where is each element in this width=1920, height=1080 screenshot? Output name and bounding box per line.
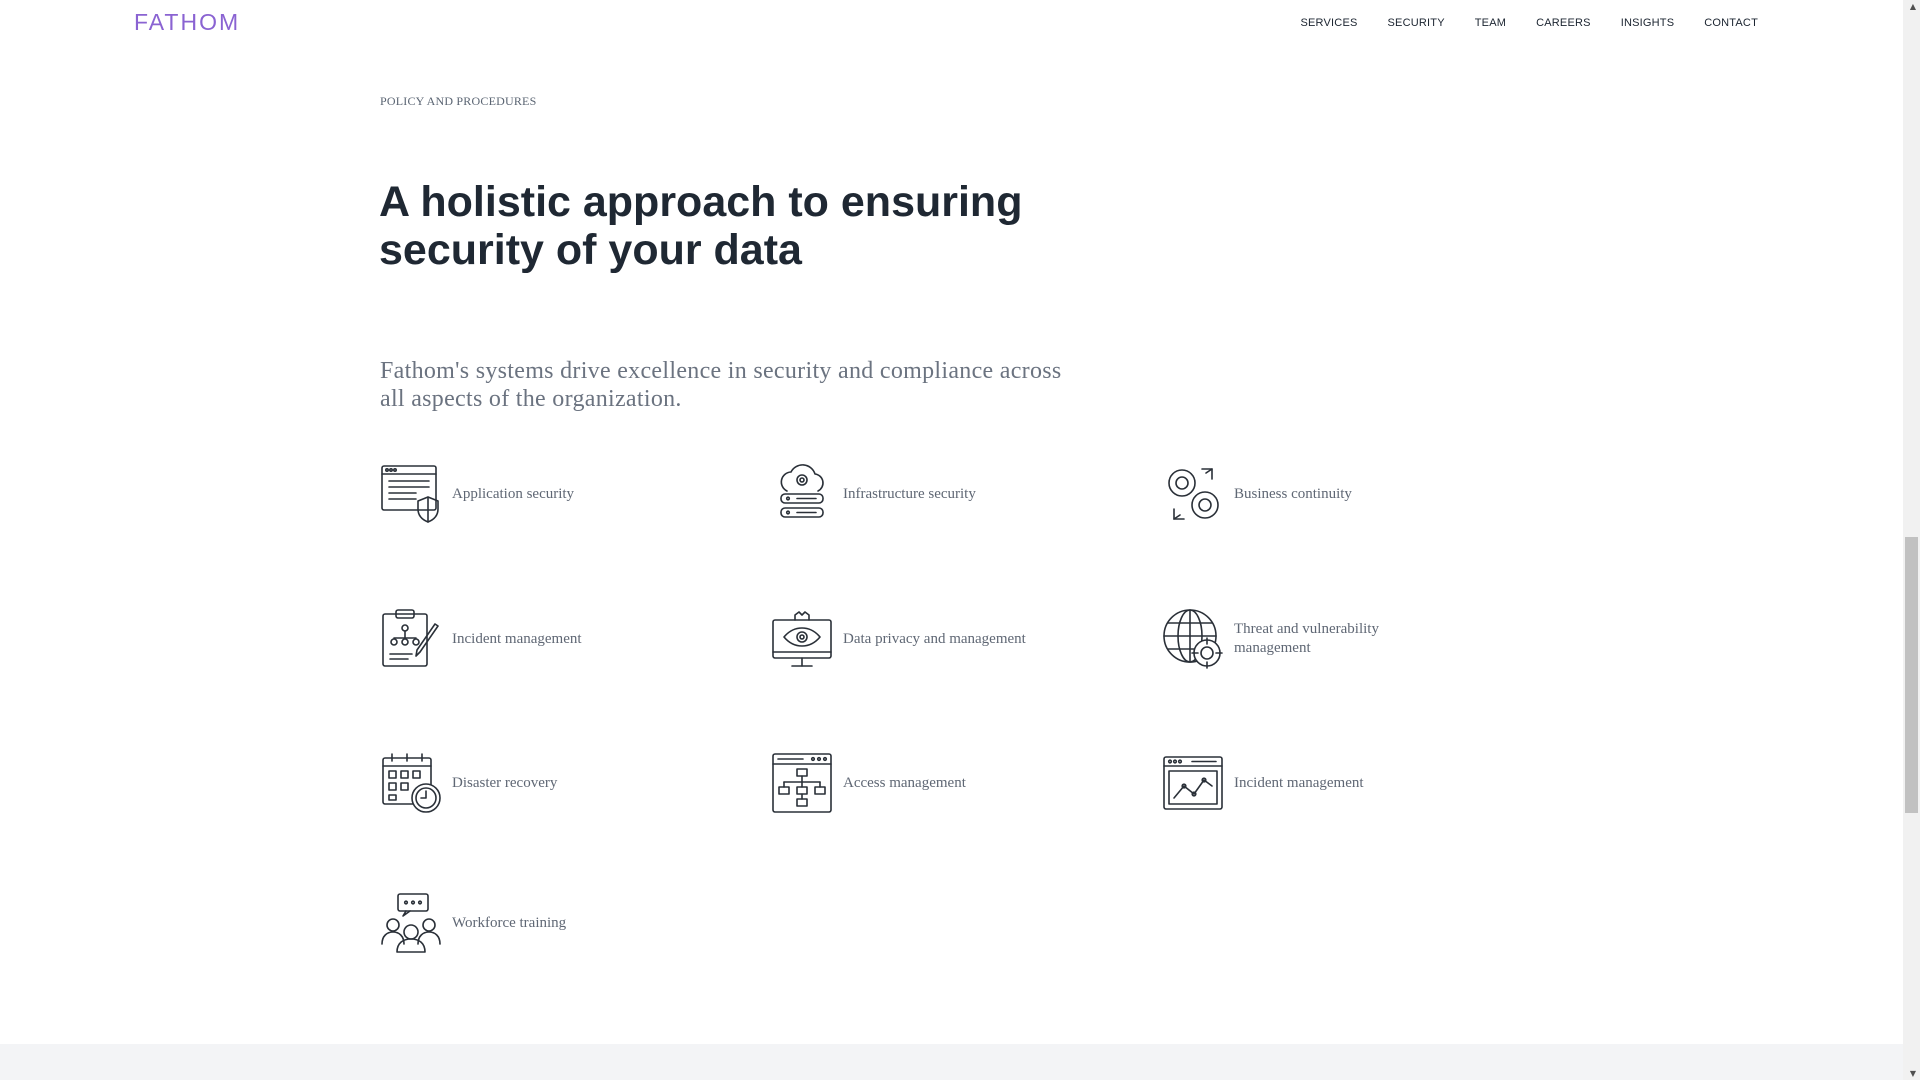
feature-label: Infrastructure security [843,485,976,502]
feature-grid: Application security Infrastructure secu… [380,462,1550,962]
browser-hierarchy-icon [771,752,833,814]
feature-label: Business continuity [1234,485,1352,502]
section-headline: A holistic approach to ensuring security… [379,178,1023,274]
nav-contact[interactable]: CONTACT [1704,17,1758,29]
calendar-clock-icon [380,752,442,814]
fathom-logo[interactable]: FATHOM [134,9,240,36]
infrastructure-icon [771,463,833,525]
section-eyebrow: POLICY AND PROCEDURES [380,94,537,108]
feature-access-management: Access management [771,751,1043,815]
feature-label: Incident management [452,630,582,647]
feature-business-continuity: Business continuity [1162,462,1434,526]
feature-threat-vulnerability: Threat and vulnerability management [1162,607,1434,671]
globe-target-icon [1162,608,1224,670]
feature-label: Workforce training [452,914,567,931]
nav-services[interactable]: SERVICES [1300,17,1357,29]
feature-label: Threat and vulnerability management [1234,621,1379,656]
feature-label: Incident management [1234,774,1364,791]
feature-label: Disaster recovery [452,774,558,791]
app-security-icon [380,463,442,525]
nav-team[interactable]: TEAM [1475,17,1506,29]
clipboard-pen-icon [380,608,442,670]
team-chat-icon [380,892,442,954]
feature-incident-management: Incident management [380,607,652,671]
feature-data-privacy: Data privacy and management [771,607,1043,671]
scroll-down-arrow-icon[interactable]: ▼ [1910,1069,1916,1078]
feature-label: Application security [452,485,575,502]
feature-infrastructure-security: Infrastructure security [771,462,1043,526]
footer-band [0,1044,1903,1080]
feature-workforce-training: Workforce training [380,891,652,955]
browser-chart-icon [1162,752,1224,814]
feature-application-security: Application security [380,462,652,526]
feature-disaster-recovery: Disaster recovery [380,751,652,815]
nav-careers[interactable]: CAREERS [1536,17,1591,29]
top-navigation: FATHOM SERVICES SECURITY TEAM CAREERS IN… [0,0,1903,46]
section-lede: Fathom's systems drive excellence in sec… [380,358,1062,412]
monitor-eye-icon [771,608,833,670]
nav-insights[interactable]: INSIGHTS [1621,17,1675,29]
feature-label: Access management [843,774,966,791]
main-nav: SERVICES SECURITY TEAM CAREERS INSIGHTS … [1300,17,1758,29]
feature-incident-management-2: Incident management [1162,751,1434,815]
gears-cycle-icon [1162,463,1224,525]
feature-label: Data privacy and management [843,630,1026,647]
scroll-up-arrow-icon[interactable]: ▲ [1910,2,1916,11]
page-scrollbar[interactable]: ▲ ▼ [1903,0,1920,1080]
nav-security[interactable]: SECURITY [1388,17,1445,29]
scroll-thumb[interactable] [1905,537,1918,813]
